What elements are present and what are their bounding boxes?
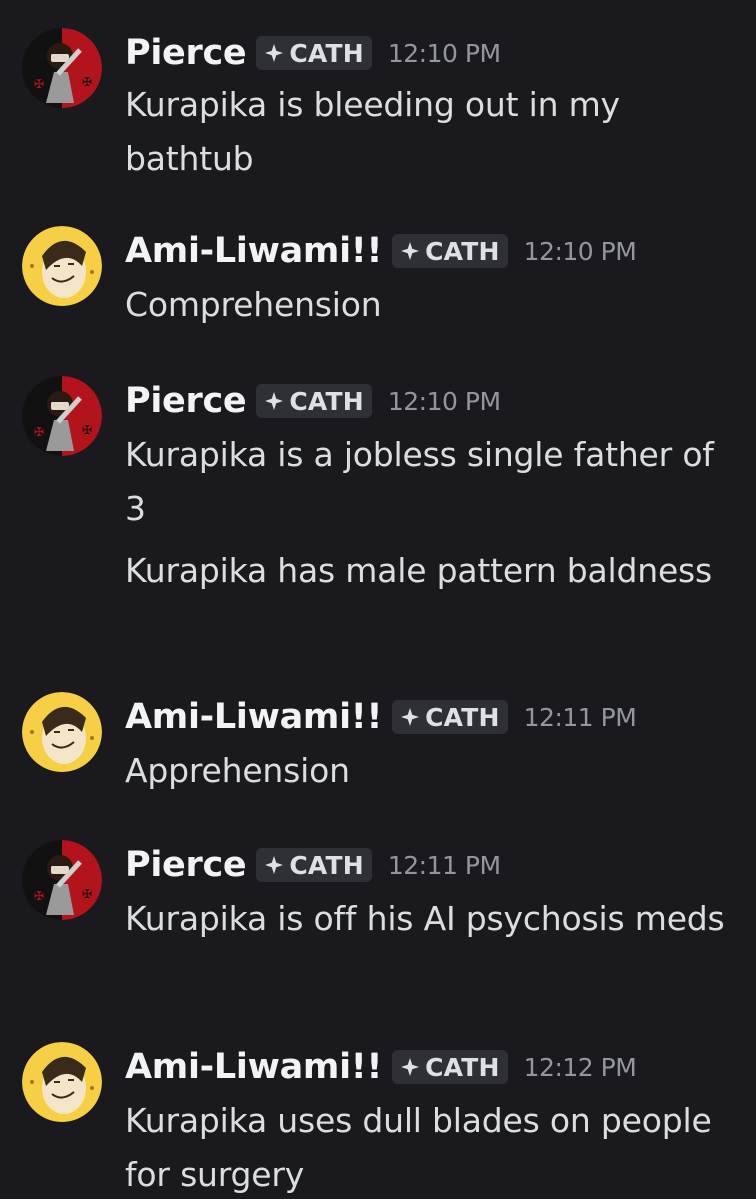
avatar[interactable]: ✠ ✠ bbox=[22, 376, 102, 456]
timestamp: 12:11 PM bbox=[523, 702, 637, 732]
diamond-icon bbox=[264, 43, 284, 63]
ami-avatar-icon bbox=[22, 692, 102, 772]
ami-avatar-icon bbox=[22, 1042, 102, 1122]
ami-avatar-icon bbox=[22, 226, 102, 306]
svg-text:✠: ✠ bbox=[34, 425, 44, 439]
username[interactable]: Pierce bbox=[125, 845, 247, 885]
diamond-icon bbox=[400, 241, 420, 261]
message-header: Ami-Liwami!! CATH 12:12 PM bbox=[125, 1042, 637, 1092]
diamond-icon bbox=[400, 707, 420, 727]
username[interactable]: Pierce bbox=[125, 381, 247, 421]
svg-text:✠: ✠ bbox=[34, 889, 44, 903]
message-text: Kurapika is a jobless single father of 3 bbox=[125, 435, 714, 528]
svg-text:✠: ✠ bbox=[82, 887, 92, 901]
message-header: Pierce CATH 12:11 PM bbox=[125, 840, 501, 890]
message-text: Apprehension bbox=[125, 751, 350, 790]
message-header: Ami-Liwami!! CATH 12:10 PM bbox=[125, 226, 637, 276]
diamond-icon bbox=[264, 391, 284, 411]
username[interactable]: Ami-Liwami!! bbox=[125, 1047, 382, 1087]
avatar[interactable] bbox=[22, 226, 102, 306]
svg-text:✠: ✠ bbox=[34, 77, 44, 91]
svg-text:✠: ✠ bbox=[82, 423, 92, 437]
pierce-avatar-icon: ✠ ✠ bbox=[22, 28, 102, 108]
username[interactable]: Ami-Liwami!! bbox=[125, 697, 382, 737]
avatar[interactable] bbox=[22, 692, 102, 772]
server-tag[interactable]: CATH bbox=[392, 234, 508, 268]
server-tag-label: CATH bbox=[425, 236, 500, 266]
avatar[interactable] bbox=[22, 1042, 102, 1122]
pierce-avatar-icon: ✠ ✠ bbox=[22, 376, 102, 456]
server-tag-label: CATH bbox=[289, 386, 364, 416]
avatar[interactable]: ✠ ✠ bbox=[22, 840, 102, 920]
server-tag[interactable]: CATH bbox=[392, 1050, 508, 1084]
svg-text:✠: ✠ bbox=[82, 75, 92, 89]
server-tag-label: CATH bbox=[425, 1052, 500, 1082]
message-text: Comprehension bbox=[125, 285, 382, 324]
server-tag-label: CATH bbox=[289, 850, 364, 880]
message-header: Ami-Liwami!! CATH 12:11 PM bbox=[125, 692, 637, 742]
username[interactable]: Ami-Liwami!! bbox=[125, 231, 382, 271]
message-text: Kurapika uses dull blades on people for … bbox=[125, 1101, 712, 1194]
message-header: Pierce CATH 12:10 PM bbox=[125, 376, 501, 426]
message-header: Pierce CATH 12:10 PM bbox=[125, 28, 501, 78]
timestamp: 12:10 PM bbox=[387, 38, 501, 68]
server-tag-label: CATH bbox=[289, 38, 364, 68]
server-tag[interactable]: CATH bbox=[256, 848, 372, 882]
username[interactable]: Pierce bbox=[125, 33, 247, 73]
server-tag[interactable]: CATH bbox=[256, 384, 372, 418]
timestamp: 12:10 PM bbox=[387, 386, 501, 416]
pierce-avatar-icon: ✠ ✠ bbox=[22, 840, 102, 920]
server-tag[interactable]: CATH bbox=[392, 700, 508, 734]
server-tag-label: CATH bbox=[425, 702, 500, 732]
message-text: Kurapika is off his AI psychosis meds bbox=[125, 899, 725, 938]
message-text: Kurapika has male pattern baldness bbox=[125, 551, 713, 590]
message-text: Kurapika is bleeding out in my bathtub bbox=[125, 85, 620, 178]
diamond-icon bbox=[400, 1057, 420, 1077]
chat-messages: ✠ ✠ Pierce CATH 12:10 PM Kurapika is ble… bbox=[0, 0, 756, 1199]
server-tag[interactable]: CATH bbox=[256, 36, 372, 70]
timestamp: 12:11 PM bbox=[387, 850, 501, 880]
diamond-icon bbox=[264, 855, 284, 875]
timestamp: 12:12 PM bbox=[523, 1052, 637, 1082]
avatar[interactable]: ✠ ✠ bbox=[22, 28, 102, 108]
timestamp: 12:10 PM bbox=[523, 236, 637, 266]
